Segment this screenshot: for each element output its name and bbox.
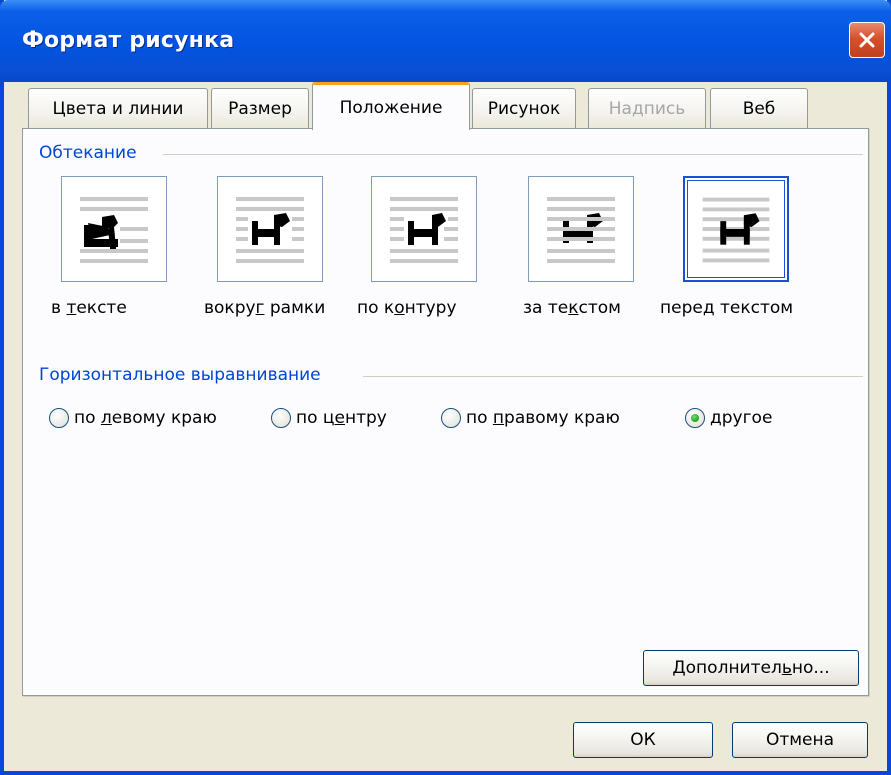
cancel-button[interactable]: Отмена [732,722,868,758]
radio-button[interactable] [441,408,461,428]
advanced-button[interactable]: Дополнительно... [643,650,859,686]
radio-label: по центру [296,408,387,428]
in-front-of-text-icon [702,197,770,263]
ok-button[interactable]: ОК [573,722,713,758]
tab-size[interactable]: Размер [211,88,309,128]
radio-label: по левому краю [74,408,217,428]
wrap-in-line-option[interactable] [61,176,167,282]
tab-label: Положение [339,97,443,118]
radio-align-left[interactable]: по левому краю [49,408,217,428]
group-divider [163,154,863,155]
radio-button[interactable] [49,408,69,428]
tab-position[interactable]: Положение [312,82,470,130]
tab-panel-position: Обтекание в тексте вокруг рамки по конту… [22,128,869,696]
radio-align-right[interactable]: по правому краю [441,408,620,428]
radio-checked-dot [691,414,699,422]
tab-colors-and-lines[interactable]: Цвета и линии [28,88,208,128]
tab-label: Рисунок [487,98,561,119]
radio-button[interactable] [685,408,705,428]
tab-label: Надпись [608,98,686,119]
tight-wrap-icon [390,197,458,263]
radio-label: по правому краю [466,408,620,428]
tab-label: Веб [742,98,776,119]
tab-picture[interactable]: Рисунок [472,88,576,128]
title-bar[interactable]: Формат рисунка [0,0,891,82]
radio-align-other[interactable]: другое [685,408,772,428]
wrap-behind-text-label: за текстом [523,298,621,318]
radio-label: другое [710,408,773,428]
wrapping-group-label: Обтекание [39,143,143,163]
tab-label: Цвета и линии [52,98,184,119]
wrap-square-label: вокруг рамки [204,298,326,318]
wrap-in-front-label: перед текстом [660,298,794,318]
close-button[interactable] [849,22,885,58]
tab-text-box: Надпись [588,88,706,128]
button-label: Отмена [765,730,835,750]
button-label: ОК [630,730,656,750]
alignment-group-label: Горизонтальное выравнивание [39,365,327,385]
window-title: Формат рисунка [22,28,235,53]
square-wrap-icon [236,197,304,263]
group-divider [363,376,863,377]
in-line-with-text-icon [80,197,148,263]
tab-label: Размер [228,98,292,119]
tab-web[interactable]: Веб [710,88,808,128]
behind-text-icon [547,197,615,263]
wrap-tight-option[interactable] [371,176,477,282]
button-label: Дополнительно... [672,658,830,678]
close-icon [859,32,875,48]
radio-button[interactable] [271,408,291,428]
wrap-in-front-option[interactable] [683,176,789,282]
wrap-behind-text-option[interactable] [528,176,634,282]
wrap-in-line-label: в тексте [51,298,127,318]
radio-align-center[interactable]: по центру [271,408,387,428]
wrap-tight-label: по контуру [357,298,457,318]
wrap-square-option[interactable] [217,176,323,282]
